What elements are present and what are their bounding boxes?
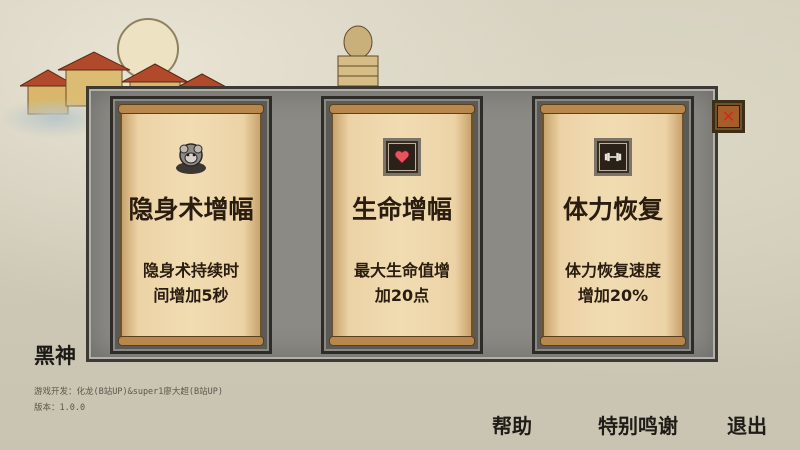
heart-icon — [383, 138, 421, 176]
upgrade-card-stealth[interactable]: 隐身术增幅 隐身术持续时间增加5秒 — [110, 96, 272, 354]
upgrade-title: 隐身术增幅 — [128, 195, 254, 224]
upgrade-card-health[interactable]: 生命增幅 最大生命值增加20点 — [321, 96, 483, 354]
scroll-parchment: 生命增幅 最大生命值增加20点 — [329, 104, 475, 346]
pagoda-illustration — [337, 25, 379, 87]
dumbbell-icon — [594, 138, 632, 176]
icon-frame — [599, 143, 627, 171]
upgrade-description: 最大生命值增加20点 — [353, 261, 450, 305]
upgrade-card-stamina[interactable]: 体力恢复 体力恢复速度增加20% — [532, 96, 694, 354]
monkey-stone-icon — [172, 138, 210, 176]
scroll-parchment: 隐身术增幅 隐身术持续时间增加5秒 — [118, 104, 264, 346]
scroll-parchment: 体力恢复 体力恢复速度增加20% — [540, 104, 686, 346]
game-title: 黑神 — [34, 344, 76, 368]
upgrade-title: 体力恢复 — [562, 195, 663, 224]
close-icon: ✕ — [717, 105, 740, 128]
version-label: 版本：1.0.0 — [34, 403, 86, 413]
upgrade-description: 体力恢复速度增加20% — [564, 261, 661, 305]
upgrade-title: 生命增幅 — [351, 195, 452, 224]
developer-credits: 游戏开发：化龙(B站UP)&super1廖大超(B站UP) — [34, 387, 223, 397]
icon-frame — [388, 143, 416, 171]
upgrade-description: 隐身术持续时间增加5秒 — [142, 261, 239, 305]
close-button[interactable]: ✕ — [712, 100, 745, 133]
special-thanks-button[interactable]: 特别鸣谢 — [598, 410, 678, 439]
exit-button[interactable]: 退出 — [727, 410, 767, 439]
help-button[interactable]: 帮助 — [492, 410, 532, 439]
credits-block: 游戏开发：化龙(B站UP)&super1廖大超(B站UP) 版本：1.0.0 — [34, 384, 223, 416]
